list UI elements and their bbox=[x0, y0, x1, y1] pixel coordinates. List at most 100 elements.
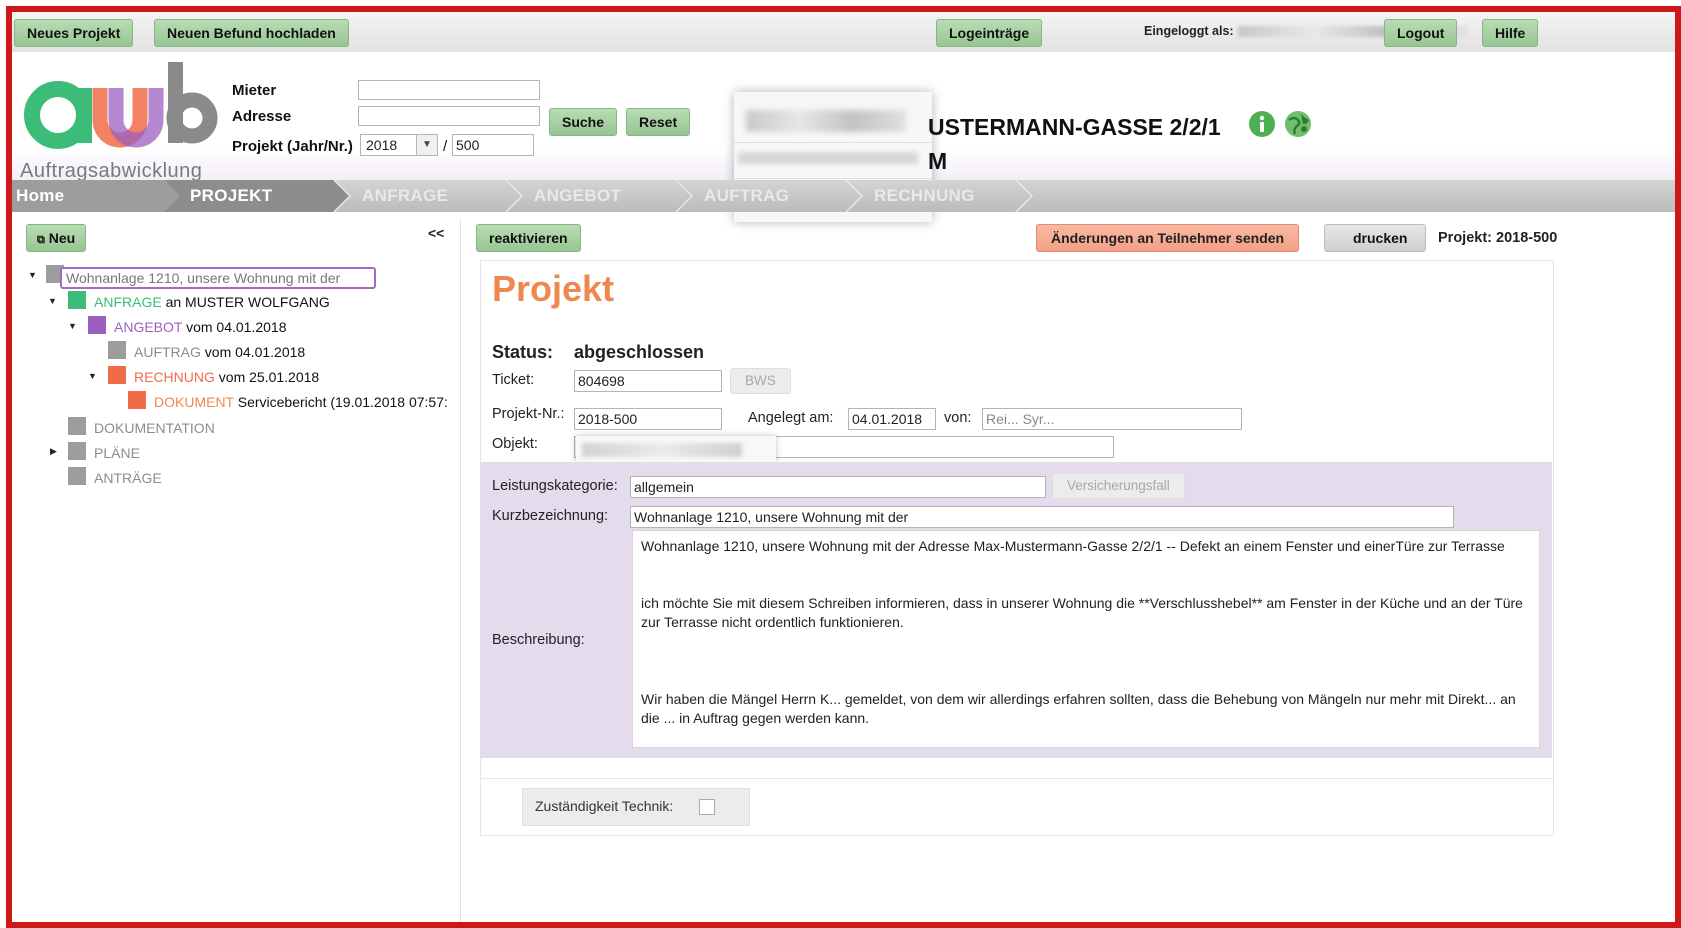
technical-responsibility: Zuständigkeit Technik: bbox=[522, 788, 750, 826]
description-textarea[interactable]: Wohnanlage 1210, unsere Wohnung mit der … bbox=[632, 530, 1540, 748]
globe-icon[interactable] bbox=[1284, 110, 1312, 138]
tree-toggle-plaene[interactable]: ▶ bbox=[50, 446, 57, 457]
plaene-square-icon bbox=[68, 442, 86, 460]
rechnung-text: vom 25.01.2018 bbox=[214, 369, 320, 385]
insurance-case-button[interactable]: Versicherungsfall bbox=[1052, 473, 1185, 499]
window-frame: Neues Projekt Neuen Befund hochladen Log… bbox=[6, 6, 1681, 928]
nav-projekt[interactable]: PROJEKT bbox=[190, 180, 272, 212]
address-label: Adresse bbox=[232, 108, 292, 125]
print-label: drucken bbox=[1353, 230, 1408, 246]
description-label: Beschreibung: bbox=[492, 632, 585, 648]
print-button[interactable]: drucken bbox=[1324, 224, 1426, 252]
address-title-line2: M bbox=[928, 148, 948, 174]
rechnung-tag: RECHNUNG bbox=[134, 369, 215, 385]
nav-home[interactable]: Home bbox=[16, 180, 64, 212]
dokument-tag: DOKUMENT bbox=[154, 394, 234, 410]
auftrag-square-icon bbox=[108, 341, 126, 359]
short-name-field[interactable]: Wohnanlage 1210, unsere Wohnung mit der bbox=[630, 506, 1454, 528]
slash-separator: / bbox=[443, 138, 448, 155]
address-input[interactable] bbox=[358, 106, 540, 126]
logged-in-label: Eingeloggt als: bbox=[1144, 24, 1234, 38]
year-select[interactable]: 2018 ▼ bbox=[360, 134, 438, 156]
project-number-input[interactable]: 500 bbox=[452, 134, 534, 156]
header: Auftragsabwicklung Mieter Adresse Projek… bbox=[12, 52, 1675, 222]
log-entries-button[interactable]: Logeinträge bbox=[936, 19, 1043, 47]
technical-responsibility-label: Zuständigkeit Technik: bbox=[535, 798, 674, 814]
year-value: 2018 bbox=[366, 137, 398, 153]
angebot-square-icon bbox=[88, 316, 106, 334]
created-label: Angelegt am: bbox=[748, 410, 834, 426]
bws-button[interactable]: BWS bbox=[730, 368, 791, 394]
auftrag-text: vom 04.01.2018 bbox=[200, 344, 306, 360]
panel-divider bbox=[460, 220, 461, 922]
ticket-label: Ticket: bbox=[492, 372, 535, 388]
project-number-label: Projekt-Nr.: bbox=[492, 406, 565, 422]
logout-button[interactable]: Logout bbox=[1384, 19, 1458, 47]
angebot-text: vom 04.01.2018 bbox=[182, 319, 287, 335]
category-field[interactable]: allgemein bbox=[630, 476, 1046, 498]
nav-anfrage[interactable]: ANFRAGE bbox=[362, 180, 448, 212]
description-paragraph-2: ich möchte Sie mit diesem Schreiben info… bbox=[641, 595, 1523, 630]
nav-auftrag[interactable]: AUFTRAG bbox=[704, 180, 789, 212]
object-label: Objekt: bbox=[492, 436, 538, 452]
project-number-field[interactable]: 2018-500 bbox=[574, 408, 722, 430]
anfrage-square-icon bbox=[68, 291, 86, 309]
description-paragraph-3: Wir haben die Mängel Herrn K... gemeldet… bbox=[641, 691, 1516, 726]
tree-item-antraege[interactable]: ANTRÄGE bbox=[94, 470, 162, 486]
anfrage-tag: ANFRAGE bbox=[94, 294, 162, 310]
tenant-label: Mieter bbox=[232, 82, 277, 99]
reactivate-button[interactable]: reaktivieren bbox=[476, 224, 581, 252]
tree-item-plaene[interactable]: PLÄNE bbox=[94, 445, 140, 461]
chevron-down-icon: ▼ bbox=[416, 135, 437, 155]
page-title: Projekt bbox=[492, 268, 615, 309]
description-paragraph-1: Wohnanlage 1210, unsere Wohnung mit der … bbox=[641, 538, 1505, 554]
tree-item-angebot[interactable]: ANGEBOT vom 04.01.2018 bbox=[114, 319, 287, 335]
category-label: Leistungskategorie: bbox=[492, 478, 618, 494]
collapse-panel-button[interactable]: << bbox=[428, 225, 444, 241]
auftrag-tag: AUFTRAG bbox=[134, 344, 201, 360]
nav-rechnung[interactable]: RECHNUNG bbox=[874, 180, 975, 212]
angebot-tag: ANGEBOT bbox=[114, 319, 183, 335]
ticket-field[interactable]: 804698 bbox=[574, 370, 722, 392]
tree-item-rechnung[interactable]: RECHNUNG vom 25.01.2018 bbox=[134, 369, 319, 385]
send-changes-button[interactable]: Änderungen an Teilnehmer senden bbox=[1036, 224, 1300, 252]
new-project-button[interactable]: Neues Projekt bbox=[14, 19, 134, 47]
info-icon[interactable] bbox=[1248, 110, 1276, 138]
tree-item-dokumentation[interactable]: DOKUMENTATION bbox=[94, 420, 215, 436]
project-search-label: Projekt (Jahr/Nr.) bbox=[232, 138, 353, 155]
process-breadcrumb: Home PROJEKT ANFRAGE ANGEBOT AUFTRAG REC… bbox=[12, 180, 1675, 212]
technical-responsibility-checkbox[interactable] bbox=[699, 799, 715, 815]
created-by-field[interactable]: Rei... Syr... bbox=[982, 408, 1242, 430]
help-button[interactable]: Hilfe bbox=[1482, 19, 1539, 47]
tree-item-anfrage[interactable]: ANFRAGE an MUSTER WOLFGANG bbox=[94, 294, 330, 310]
dokumentation-square-icon bbox=[68, 417, 86, 435]
upload-finding-button[interactable]: Neuen Befund hochladen bbox=[154, 19, 349, 47]
tree-toggle-anfrage[interactable]: ▼ bbox=[48, 296, 57, 306]
new-item-button[interactable]: ⧉ Neu bbox=[26, 224, 87, 252]
tree-item-auftrag[interactable]: AUFTRAG vom 04.01.2018 bbox=[134, 344, 305, 360]
tree-toggle-angebot[interactable]: ▼ bbox=[68, 321, 77, 331]
reset-button[interactable]: Reset bbox=[626, 108, 691, 136]
new-item-label: Neu bbox=[48, 230, 76, 246]
top-toolbar: Neues Projekt Neuen Befund hochladen Log… bbox=[12, 12, 1675, 53]
tree-toggle-root[interactable]: ▼ bbox=[28, 270, 37, 280]
created-by-label: von: bbox=[944, 410, 972, 426]
tree-item-project-root[interactable]: Wohnanlage 1210, unsere Wohnung mit der bbox=[60, 267, 376, 289]
antraege-square-icon bbox=[68, 467, 86, 485]
tenant-input[interactable] bbox=[358, 80, 540, 100]
project-reference: Projekt: 2018-500 bbox=[1438, 230, 1558, 246]
status-value: abgeschlossen bbox=[574, 342, 705, 362]
tree-item-dokument[interactable]: DOKUMENT Servicebericht (19.01.2018 07:5… bbox=[154, 394, 448, 410]
nav-angebot[interactable]: ANGEBOT bbox=[534, 180, 621, 212]
status-label: Status: bbox=[492, 342, 554, 362]
external-link-icon: ⧉ bbox=[37, 234, 45, 246]
dokument-square-icon bbox=[128, 391, 146, 409]
search-button[interactable]: Suche bbox=[549, 108, 618, 136]
short-name-label: Kurzbezeichnung: bbox=[492, 508, 609, 524]
dokument-text: Servicebericht (19.01.2018 07:57: bbox=[233, 394, 448, 410]
created-date-field[interactable]: 04.01.2018 bbox=[848, 408, 936, 430]
address-title-line1: USTERMANN-GASSE 2/2/1 bbox=[928, 114, 1221, 140]
tree-toggle-rechnung[interactable]: ▼ bbox=[88, 371, 97, 381]
anfrage-text: an MUSTER WOLFGANG bbox=[161, 294, 330, 310]
rechnung-square-icon bbox=[108, 366, 126, 384]
